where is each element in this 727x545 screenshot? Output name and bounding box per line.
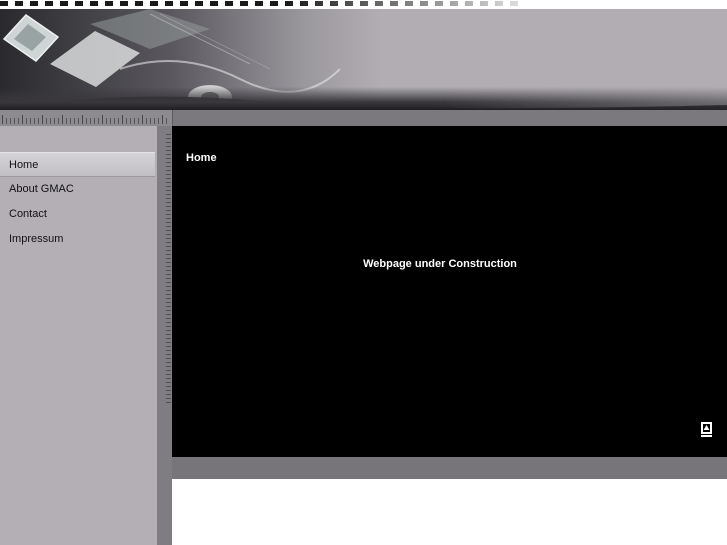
- vertical-ruler-ticks: [166, 134, 171, 404]
- page-title: Home: [186, 152, 217, 164]
- ruler-scale: [0, 110, 173, 126]
- header-banner: [0, 9, 727, 110]
- sidebar-nav: Home About GMAC Contact Impressum: [0, 152, 157, 252]
- film-perforations: [0, 1, 520, 6]
- ruler-bar: [0, 110, 727, 126]
- sidebar-divider-ruler: [157, 126, 172, 545]
- construction-message: Webpage under Construction: [363, 258, 517, 270]
- banner-ground-shadow: [0, 87, 727, 110]
- footer-area: [172, 479, 727, 545]
- sidebar-item-contact[interactable]: Contact: [0, 202, 157, 227]
- sidebar-item-home[interactable]: Home: [0, 152, 155, 177]
- sidebar: Home About GMAC Contact Impressum: [0, 126, 157, 545]
- main-content: Home Webpage under Construction: [172, 126, 727, 457]
- content-bottom-bar: [172, 457, 727, 479]
- arrow-up-icon[interactable]: [701, 422, 712, 437]
- ruler-major-ticks: [2, 115, 170, 124]
- film-strip-decoration: [0, 0, 727, 9]
- sidebar-item-impressum[interactable]: Impressum: [0, 227, 157, 252]
- sidebar-item-about-gmac[interactable]: About GMAC: [0, 177, 157, 202]
